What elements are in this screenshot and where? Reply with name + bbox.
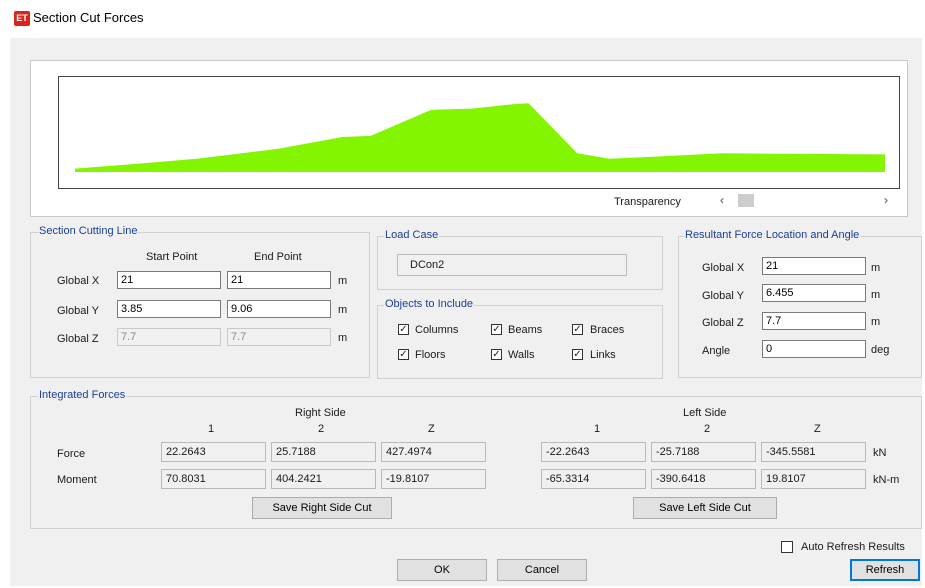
walls-checkbox[interactable]: ✓: [491, 349, 502, 360]
objects-to-include-title: Objects to Include: [384, 298, 475, 310]
unit-label: deg: [871, 344, 890, 356]
res-z-input[interactable]: 7.7: [762, 312, 866, 330]
save-left-side-cut-button[interactable]: Save Left Side Cut: [633, 497, 777, 519]
ok-button[interactable]: OK: [397, 559, 487, 581]
left-col-header-2: 2: [704, 423, 711, 435]
start-point-header: Start Point: [146, 251, 198, 263]
moment-unit: kN-m: [873, 474, 900, 486]
auto-refresh-label: Auto Refresh Results: [801, 541, 905, 553]
refresh-button[interactable]: Refresh: [850, 559, 920, 581]
res-global-z-label: Global Z: [702, 317, 744, 329]
force-diagram: [58, 76, 900, 189]
transparency-scroll-thumb[interactable]: [738, 194, 754, 207]
moment-left-1: -65.3314: [541, 469, 646, 489]
unit-label: m: [871, 316, 881, 328]
cut-global-x-label: Global X: [57, 275, 100, 287]
left-side-header: Left Side: [683, 407, 727, 419]
right-col-header-z: Z: [428, 423, 435, 435]
auto-refresh-checkbox[interactable]: [781, 541, 793, 553]
force-left-1: -22.2643: [541, 442, 646, 462]
braces-checkbox[interactable]: ✓: [572, 324, 583, 335]
end-point-header: End Point: [254, 251, 302, 263]
integrated-forces-group: [30, 396, 922, 529]
moment-left-z: 19.8107: [761, 469, 866, 489]
unit-label: m: [871, 289, 881, 301]
right-col-header-2: 2: [318, 423, 325, 435]
unit-label: m: [338, 332, 348, 344]
force-left-2: -25.7188: [651, 442, 756, 462]
save-right-side-cut-button[interactable]: Save Right Side Cut: [252, 497, 392, 519]
res-x-input[interactable]: 21: [762, 257, 866, 275]
scroll-right-icon[interactable]: ›: [884, 193, 898, 207]
unit-label: m: [871, 262, 881, 274]
links-label: Links: [590, 349, 616, 361]
transparency-label: Transparency: [614, 196, 681, 208]
right-side-header: Right Side: [295, 407, 346, 419]
left-col-header-z: Z: [814, 423, 821, 435]
force-left-z: -345.5581: [761, 442, 866, 462]
columns-label: Columns: [415, 324, 459, 336]
cut-global-y-label: Global Y: [57, 305, 99, 317]
res-global-x-label: Global X: [702, 262, 745, 274]
scroll-left-icon[interactable]: ‹: [720, 193, 734, 207]
angle-input[interactable]: 0: [762, 340, 866, 358]
start-z-input: 7.7: [117, 328, 221, 346]
etabs-app-icon: ET: [14, 11, 30, 26]
force-right-2: 25.7188: [271, 442, 376, 462]
end-y-input[interactable]: 9.06: [227, 300, 331, 318]
load-case-title: Load Case: [384, 229, 440, 241]
unit-label: m: [338, 304, 348, 316]
moment-right-1: 70.8031: [161, 469, 266, 489]
resultant-title: Resultant Force Location and Angle: [684, 229, 861, 241]
res-global-y-label: Global Y: [702, 290, 744, 302]
moment-left-2: -390.6418: [651, 469, 756, 489]
right-col-header-1: 1: [208, 423, 215, 435]
force-diagram-fill: [75, 103, 885, 172]
start-x-input[interactable]: 21: [117, 271, 221, 289]
floors-label: Floors: [415, 349, 446, 361]
moment-right-2: 404.2421: [271, 469, 376, 489]
angle-label: Angle: [702, 345, 731, 357]
left-col-header-1: 1: [594, 423, 601, 435]
links-checkbox[interactable]: ✓: [572, 349, 583, 360]
cancel-button[interactable]: Cancel: [497, 559, 587, 581]
force-unit: kN: [873, 447, 887, 459]
force-right-1: 22.2643: [161, 442, 266, 462]
objects-to-include-group: [377, 305, 663, 379]
start-y-input[interactable]: 3.85: [117, 300, 221, 318]
columns-checkbox[interactable]: ✓: [398, 324, 409, 335]
braces-label: Braces: [590, 324, 625, 336]
force-row-label: Force: [57, 448, 86, 460]
section-cutting-line-title: Section Cutting Line: [38, 225, 139, 237]
end-z-input: 7.7: [227, 328, 331, 346]
end-x-input[interactable]: 21: [227, 271, 331, 289]
unit-label: m: [338, 275, 348, 287]
load-case-value: DCon2: [397, 254, 627, 276]
beams-label: Beams: [508, 324, 543, 336]
moment-row-label: Moment: [57, 474, 97, 486]
walls-label: Walls: [508, 349, 535, 361]
cut-global-z-label: Global Z: [57, 333, 99, 345]
integrated-forces-title: Integrated Forces: [38, 389, 127, 401]
force-right-z: 427.4974: [381, 442, 486, 462]
floors-checkbox[interactable]: ✓: [398, 349, 409, 360]
moment-right-z: -19.8107: [381, 469, 486, 489]
title-bar: ET Section Cut Forces: [0, 0, 925, 38]
force-diagram-svg: [75, 103, 885, 172]
window-title: Section Cut Forces: [33, 10, 144, 25]
beams-checkbox[interactable]: ✓: [491, 324, 502, 335]
res-y-input[interactable]: 6.455: [762, 284, 866, 302]
